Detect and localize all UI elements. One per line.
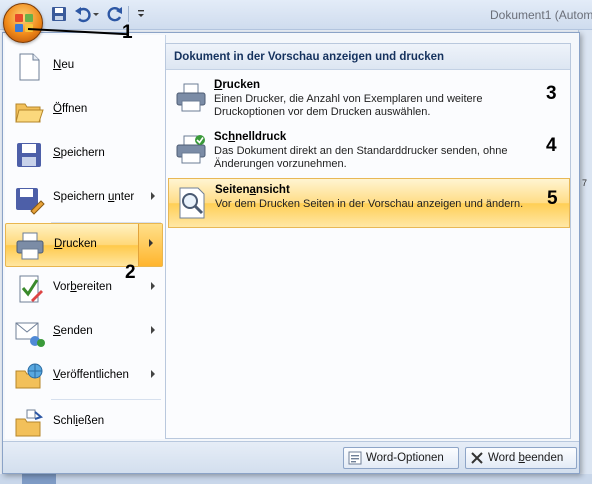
exit-word-button[interactable]: Word beenden — [465, 447, 577, 469]
submenu-description: Einen Drucker, die Anzahl von Exemplaren… — [214, 93, 483, 118]
menu-item-label: Schl — [53, 415, 76, 427]
customize-icon[interactable] — [136, 5, 146, 23]
menu-item-label: rucken — [62, 238, 97, 250]
window-title: Dokument1 (Autom — [490, 8, 592, 22]
word-options-button[interactable]: Word-Optionen — [343, 447, 459, 469]
office-menu: Neu Öffnen Speichern Speichern unter Dru… — [2, 32, 580, 474]
office-button[interactable] — [3, 3, 43, 43]
submenu-title: nsicht — [255, 184, 290, 196]
redo-icon[interactable] — [106, 5, 124, 23]
save-as-icon — [13, 183, 45, 215]
new-document-icon — [13, 51, 45, 83]
exit-label: eenden — [524, 452, 564, 464]
submenu-arrow-icon — [151, 282, 155, 290]
options-icon — [348, 451, 362, 465]
status-strip — [0, 474, 592, 484]
status-block — [22, 474, 56, 484]
menu-item-senden[interactable]: Senden — [5, 311, 163, 355]
menu-item-speichern[interactable]: Speichern — [5, 133, 163, 177]
menu-item-label: Vor — [53, 281, 71, 293]
submenu-header: Dokument in der Vorschau anzeigen und dr… — [166, 44, 570, 70]
menu-item-label-key: V — [53, 369, 61, 381]
save-icon[interactable] — [50, 5, 68, 23]
save-icon — [13, 139, 45, 171]
quick-print-icon — [174, 133, 208, 167]
undo-icon[interactable] — [74, 5, 92, 23]
menu-item-vorbereiten[interactable]: Vorbereiten — [5, 267, 163, 311]
submenu-item-schnelldruck[interactable]: Schnelldruck Das Dokument direkt an den … — [168, 126, 570, 176]
menu-item-label-key: S — [53, 147, 61, 159]
menu-item-drucken[interactable]: Drucken — [5, 223, 163, 267]
printer-icon — [174, 81, 208, 115]
menu-item-label-key: S — [53, 325, 61, 337]
callout-1: 1 — [122, 22, 133, 43]
menu-item-label: eu — [61, 59, 75, 71]
submenu-arrow-icon — [151, 326, 155, 334]
submenu-title: nelldruck — [235, 131, 287, 143]
submenu-title: rucken — [222, 79, 261, 91]
exit-label: Word — [488, 452, 519, 464]
submenu-title: Sc — [214, 131, 229, 143]
menu-item-label: Speichern — [53, 191, 108, 203]
publish-icon — [13, 361, 45, 393]
menu-item-label: eröffentlichen — [60, 369, 129, 381]
printer-icon — [14, 230, 46, 262]
submenu-arrow-icon — [149, 239, 153, 247]
menu-item-veroeffentlichen[interactable]: Veröffentlichen — [5, 355, 163, 399]
submenu-description: Vor dem Drucken Seiten in der Vorschau a… — [215, 198, 524, 210]
submenu-arrow-icon — [151, 370, 155, 378]
callout-4: 4 — [546, 135, 557, 156]
callout-2: 2 — [125, 262, 136, 283]
title-bar: Dokument1 (Autom — [0, 0, 592, 30]
menu-item-label-key: Ö — [53, 103, 62, 115]
undo-dropdown-icon[interactable] — [92, 5, 100, 23]
menu-item-label: peichern — [60, 147, 105, 159]
callout-3: 3 — [546, 83, 557, 104]
menu-item-neu[interactable]: Neu — [5, 45, 163, 89]
submenu-title: Seiten — [215, 184, 250, 196]
menu-item-label: eßen — [77, 415, 105, 427]
send-icon — [13, 317, 45, 349]
menu-item-label: enden — [60, 325, 93, 337]
submenu-description: Das Dokument direkt an den Standarddruck… — [214, 145, 508, 170]
menu-item-speichern-unter[interactable]: Speichern unter — [5, 177, 163, 221]
menu-item-schliessen[interactable]: Schließen — [5, 401, 163, 445]
menu-separator — [51, 399, 161, 400]
prepare-icon — [13, 273, 45, 305]
print-submenu: Dokument in der Vorschau anzeigen und dr… — [165, 43, 571, 439]
menu-item-label: nter — [114, 191, 135, 203]
toolbar-divider — [128, 6, 129, 22]
close-icon — [470, 451, 484, 465]
submenu-item-drucken[interactable]: Drucken Einen Drucker, die Anzahl von Ex… — [168, 74, 570, 124]
ruler-tick: 7 — [582, 178, 588, 188]
open-folder-icon — [13, 95, 45, 127]
submenu-item-seitenansicht[interactable]: Seitenansicht Vor dem Drucken Seiten in … — [168, 178, 570, 228]
menu-item-label: ffnen — [61, 103, 88, 115]
vertical-ruler: 7 — [578, 30, 592, 484]
word-options-label: Word-Optionen — [366, 452, 444, 464]
menu-footer: Word-Optionen Word beenden — [3, 441, 579, 473]
submenu-arrow-icon — [151, 192, 155, 200]
print-preview-icon — [175, 186, 209, 220]
close-document-icon — [13, 407, 45, 439]
callout-5: 5 — [547, 188, 558, 209]
menu-item-label: ereiten — [76, 281, 112, 293]
menu-item-oeffnen[interactable]: Öffnen — [5, 89, 163, 133]
